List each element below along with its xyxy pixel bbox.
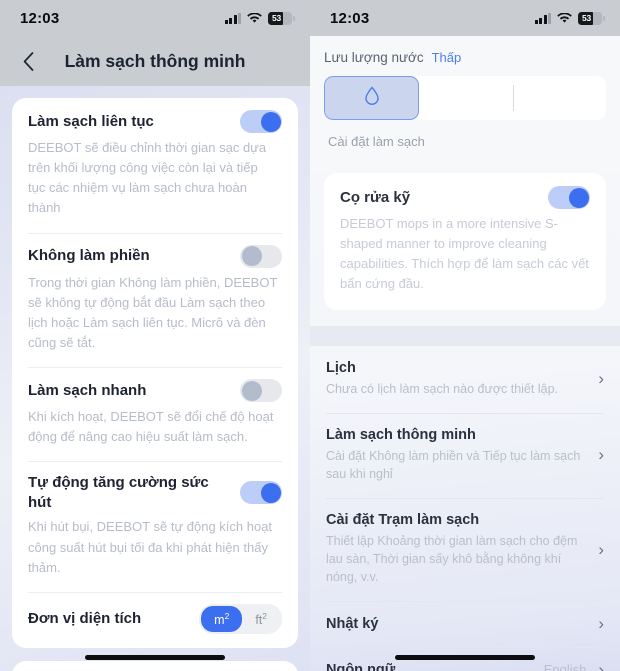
status-indicators: 53	[224, 11, 295, 25]
scrub-card: Cọ rửa kỹ DEEBOT mops in a more intensiv…	[324, 173, 606, 310]
battery-icon: 53	[578, 11, 605, 25]
back-button[interactable]	[16, 49, 40, 73]
cellular-signal-icon	[224, 12, 241, 24]
setting-row-quick-clean[interactable]: Làm sạch nhanh Khi kích hoạt, DEEBOT sẽ …	[12, 367, 298, 461]
section-separator	[310, 325, 620, 346]
unit-label: m	[214, 612, 225, 627]
chevron-right-icon: ›	[598, 445, 604, 465]
list-item-description: Chưa có lịch làm sạch nào được thiết lập…	[326, 381, 558, 396]
water-flow-option-medium[interactable]	[419, 76, 512, 120]
right-phone-screen: 12:03 53 Lưu lượng nước Thấp Cài đặt làm…	[310, 0, 620, 671]
list-item-title: Làm sạch thông minh	[326, 426, 476, 443]
list-item-title: Ngôn ngữ	[326, 661, 396, 671]
setting-row-aivi[interactable]: AIVI™ 3D 2.0 DEEBOT sẽ tự động xác định …	[12, 661, 298, 671]
scrub-title: Cọ rửa kỹ	[340, 188, 411, 206]
water-drop-icon	[364, 85, 380, 111]
water-flow-segmented-control[interactable]	[324, 76, 606, 120]
left-content: Làm sạch liên tục DEEBOT sẽ điều chỉnh t…	[0, 86, 310, 671]
toggle-continuous-cleaning[interactable]	[240, 110, 282, 133]
unit-superscript: 2	[224, 610, 230, 621]
setting-row-area-unit[interactable]: Đơn vị diện tích m2 ft2	[12, 591, 298, 648]
list-item-smart-cleaning[interactable]: Làm sạch thông minh Cài đặt Không làm ph…	[324, 412, 606, 498]
setting-description: Khi kích hoạt, DEEBOT sẽ đổi chế độ hoạt…	[28, 409, 274, 445]
chevron-right-icon: ›	[598, 369, 604, 389]
area-unit-segmented-control[interactable]: m2 ft2	[199, 603, 282, 634]
cellular-signal-icon	[534, 12, 551, 24]
toggle-quick-clean[interactable]	[240, 379, 282, 403]
chevron-right-icon: ›	[598, 660, 604, 671]
language-value: English	[543, 662, 587, 671]
battery-percent: 53	[581, 13, 592, 23]
list-item-title: Lịch	[326, 359, 356, 376]
list-item-title: Cài đặt Trạm làm sạch	[326, 511, 480, 528]
chevron-right-icon: ›	[598, 614, 604, 634]
battery-percent: 53	[271, 13, 282, 23]
status-time: 12:03	[330, 9, 370, 27]
settings-card-aivi: AIVI™ 3D 2.0 DEEBOT sẽ tự động xác định …	[12, 660, 298, 671]
left-phone-screen: 12:03 53 Làm sạch thông minh Làm sạch li…	[0, 0, 310, 671]
settings-list: Lịch Chưa có lịch làm sạch nào được thiế…	[310, 346, 620, 671]
setting-title: Làm sạch nhanh	[28, 381, 147, 399]
status-indicators: 53	[534, 11, 605, 25]
setting-description: DEEBOT sẽ điều chỉnh thời gian sạc dựa t…	[28, 140, 267, 216]
list-item-title: Nhật ký	[326, 615, 379, 632]
setting-row-auto-boost-suction[interactable]: Tự động tăng cường sức hút Khi hút bụi, …	[12, 461, 298, 591]
battery-icon: 53	[268, 11, 295, 25]
wifi-icon	[247, 12, 262, 24]
water-flow-header: Lưu lượng nước Thấp	[324, 50, 606, 65]
toggle-do-not-disturb[interactable]	[240, 244, 282, 268]
water-flow-option-low[interactable]	[324, 76, 420, 120]
unit-option-square-meter[interactable]: m2	[201, 605, 243, 632]
water-flow-label: Lưu lượng nước	[324, 50, 424, 65]
chevron-right-icon: ›	[598, 539, 604, 559]
water-flow-value: Thấp	[431, 50, 462, 65]
status-bar-left: 12:03 53	[0, 0, 310, 36]
water-flow-option-high[interactable]	[512, 76, 606, 120]
setting-row-do-not-disturb[interactable]: Không làm phiền Trong thời gian Không là…	[12, 232, 298, 368]
setting-description: Khi hút bụi, DEEBOT sẽ tự động kích hoạt…	[28, 519, 273, 575]
dual-screenshot: 12:03 53 Làm sạch thông minh Làm sạch li…	[0, 0, 620, 671]
unit-option-square-foot[interactable]: ft2	[242, 606, 280, 632]
setting-title: Tự động tăng cường sức hút	[28, 474, 209, 511]
setting-title: Làm sạch liên tục	[28, 112, 154, 130]
list-item-schedule[interactable]: Lịch Chưa có lịch làm sạch nào được thiế…	[324, 346, 606, 413]
home-indicator	[395, 655, 535, 660]
setting-description: Trong thời gian Không làm phiền, DEEBOT …	[28, 274, 278, 350]
toggle-deep-scrub[interactable]	[548, 186, 590, 209]
page-title: Làm sạch thông minh	[64, 50, 246, 71]
nav-bar: Làm sạch thông minh	[0, 36, 310, 86]
scrub-description: DEEBOT mops in a more intensive S-shaped…	[340, 216, 589, 292]
clean-settings-label: Cài đặt làm sạch	[328, 134, 425, 149]
status-bar-right: 12:03 53	[310, 0, 620, 36]
setting-title: Đơn vị diện tích	[28, 610, 142, 628]
setting-row-continuous-cleaning[interactable]: Làm sạch liên tục DEEBOT sẽ điều chỉnh t…	[12, 98, 298, 233]
status-time: 12:03	[20, 9, 60, 27]
unit-superscript: 2	[262, 610, 267, 621]
toggle-auto-boost-suction[interactable]	[240, 481, 282, 505]
setting-title: Không làm phiền	[28, 247, 150, 265]
list-item-description: Cài đặt Không làm phiền và Tiếp tục làm …	[326, 448, 581, 481]
wifi-icon	[557, 12, 572, 24]
home-indicator	[85, 655, 225, 660]
list-item-log[interactable]: Nhật ký ›	[324, 601, 606, 647]
settings-card-primary: Làm sạch liên tục DEEBOT sẽ điều chỉnh t…	[12, 98, 298, 648]
list-item-station-settings[interactable]: Cài đặt Trạm làm sạch Thiết lập Khoảng t…	[324, 497, 606, 601]
water-flow-section: Lưu lượng nước Thấp Cài đặt làm sạch	[310, 36, 620, 173]
list-item-description: Thiết lập Khoảng thời gian làm sạch cho …	[326, 533, 578, 585]
